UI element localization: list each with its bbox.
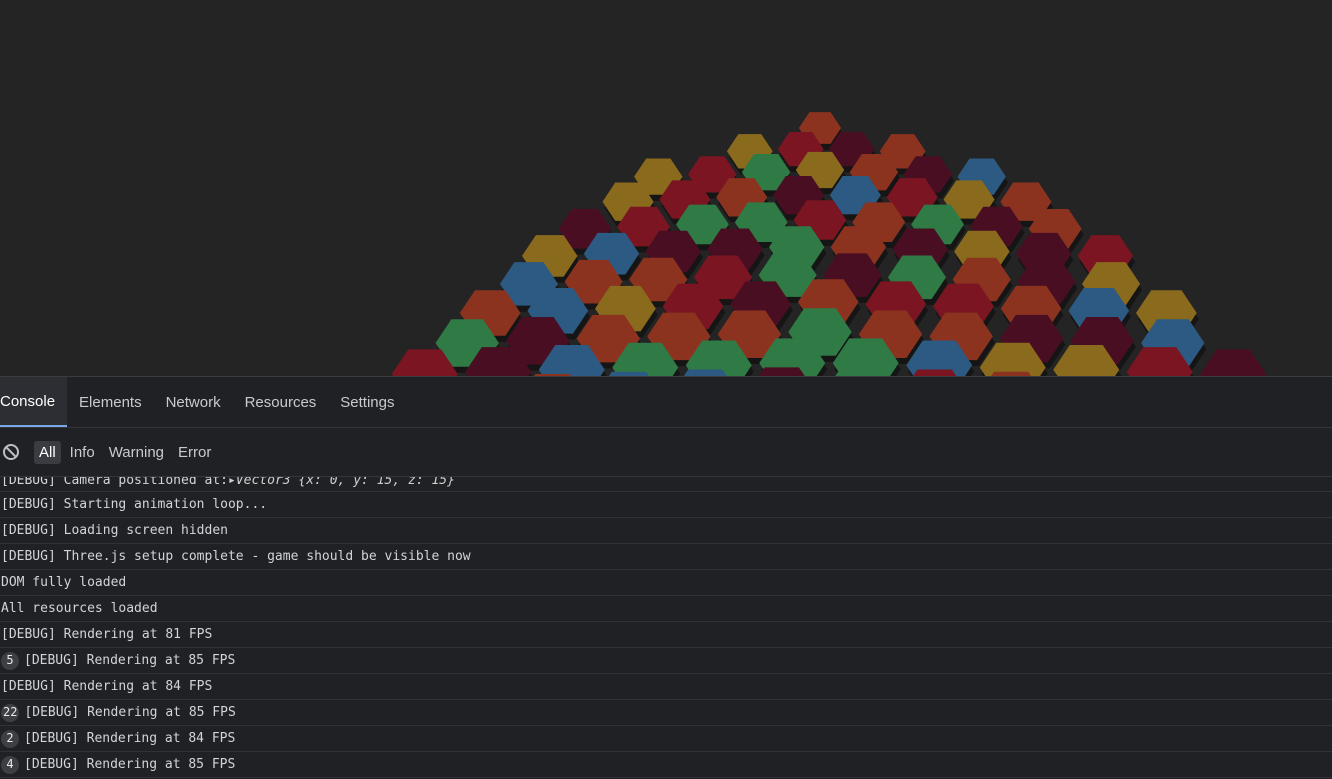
repeat-count-badge: 4 — [1, 756, 19, 774]
hex-board[interactable] — [0, 0, 1332, 376]
tab-settings[interactable]: Settings — [328, 377, 406, 427]
log-text: [DEBUG] Starting animation loop... — [1, 492, 267, 517]
game-canvas[interactable] — [0, 0, 1332, 376]
hex-tile[interactable] — [1200, 349, 1266, 376]
log-text: [DEBUG] Loading screen hidden — [1, 518, 228, 543]
filter-error[interactable]: Error — [173, 441, 216, 464]
log-row: All resources loaded — [0, 596, 1332, 622]
log-row: [DEBUG] Rendering at 84 FPS — [0, 674, 1332, 700]
repeat-count-badge: 5 — [1, 652, 19, 670]
devtools-tabbar: Console Elements Network Resources Setti… — [0, 377, 1332, 428]
log-row: 4 [DEBUG] Rendering at 85 FPS — [0, 752, 1332, 778]
log-row: 22 [DEBUG] Rendering at 85 FPS — [0, 700, 1332, 726]
console-log[interactable]: [DEBUG] Camera positioned at: ▸Vector3 {… — [0, 477, 1332, 779]
log-row: 2 [DEBUG] Rendering at 84 FPS — [0, 726, 1332, 752]
tab-network[interactable]: Network — [154, 377, 233, 427]
log-text: [DEBUG] Camera positioned at: — [1, 477, 228, 485]
log-row: DOM fully loaded — [0, 570, 1332, 596]
devtools-panel: Console Elements Network Resources Setti… — [0, 376, 1332, 779]
log-row: [DEBUG] Starting animation loop... — [0, 492, 1332, 518]
repeat-count-badge: 22 — [1, 704, 19, 722]
log-text: [DEBUG] Rendering at 85 FPS — [24, 700, 235, 725]
log-text: [DEBUG] Rendering at 84 FPS — [1, 674, 212, 699]
tab-resources[interactable]: Resources — [233, 377, 329, 427]
filter-warning[interactable]: Warning — [104, 441, 169, 464]
repeat-count-badge: 2 — [1, 730, 19, 748]
tab-elements[interactable]: Elements — [67, 377, 154, 427]
log-row: [DEBUG] Loading screen hidden — [0, 518, 1332, 544]
log-text: [DEBUG] Rendering at 84 FPS — [24, 726, 235, 751]
log-text: [DEBUG] Rendering at 85 FPS — [24, 648, 235, 673]
tab-console[interactable]: Console — [0, 377, 67, 427]
console-filterbar: All Info Warning Error — [0, 428, 1332, 477]
log-object[interactable]: ▸Vector3 {x: 0, y: 15, z: 15} — [228, 477, 455, 485]
log-row: [DEBUG] Rendering at 81 FPS — [0, 622, 1332, 648]
log-text: DOM fully loaded — [1, 570, 126, 595]
log-row-camera: [DEBUG] Camera positioned at: ▸Vector3 {… — [0, 477, 1332, 492]
log-text: [DEBUG] Three.js setup complete - game s… — [1, 544, 471, 569]
filter-info[interactable]: Info — [65, 441, 100, 464]
log-text: All resources loaded — [1, 596, 158, 621]
log-row: [DEBUG] Three.js setup complete - game s… — [0, 544, 1332, 570]
filter-all[interactable]: All — [34, 441, 61, 464]
log-row: 5 [DEBUG] Rendering at 85 FPS — [0, 648, 1332, 674]
log-text: [DEBUG] Rendering at 81 FPS — [1, 622, 212, 647]
log-text: [DEBUG] Rendering at 85 FPS — [24, 752, 235, 777]
clear-console-icon[interactable] — [2, 443, 20, 461]
